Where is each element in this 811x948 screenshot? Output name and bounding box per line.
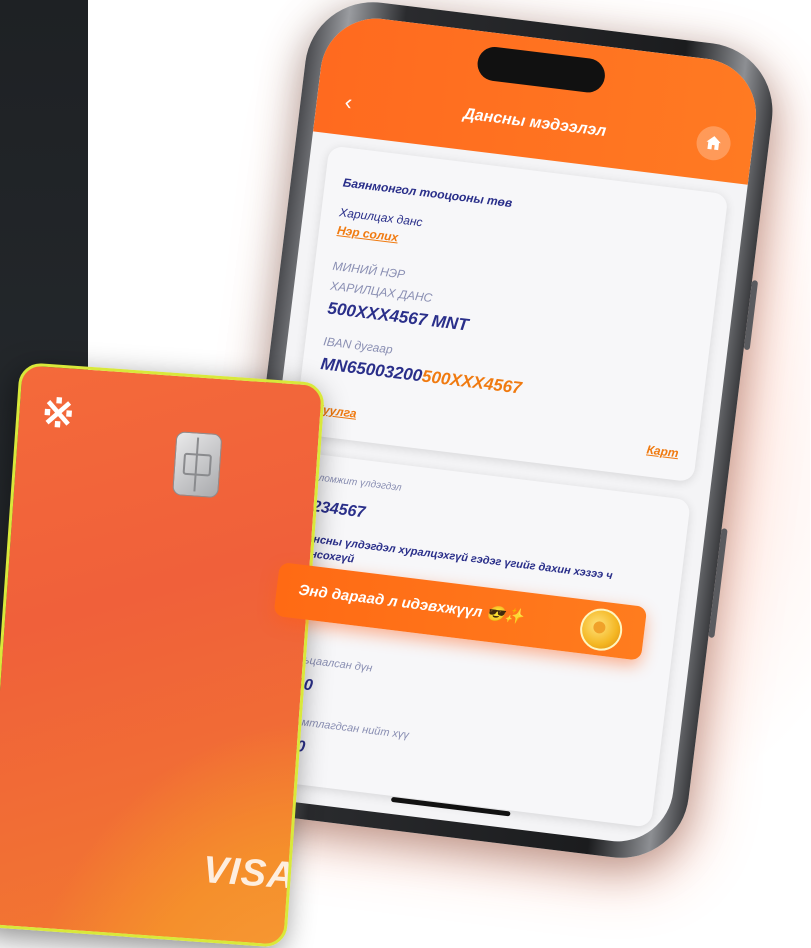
account-info-card: Баянмонгол тооцооны төв Харилцах данс Нэ… bbox=[294, 145, 729, 483]
home-button[interactable] bbox=[694, 124, 733, 163]
rename-link[interactable]: Нэр солих bbox=[336, 223, 399, 244]
iban-suffix: 500XXX4567 bbox=[420, 366, 523, 398]
home-icon bbox=[706, 136, 721, 151]
visa-logo: VISA bbox=[201, 849, 297, 898]
bank-logo-icon: ※ bbox=[39, 390, 77, 437]
iban-prefix: MN65003200 bbox=[319, 354, 424, 386]
available-balance-label: Боломжит үлдэгдэл bbox=[306, 471, 403, 494]
bank-name: Баянмонгол тооцооны төв bbox=[342, 175, 514, 211]
bank-card: ※ VISA bbox=[0, 362, 326, 948]
coin-hand-icon bbox=[577, 606, 625, 654]
iban-label: IBAN дугаар bbox=[322, 334, 394, 357]
banner-text: Энд дараад л идэвхжүүл 😎✨ bbox=[297, 581, 525, 627]
card-link[interactable]: Карт bbox=[646, 442, 680, 460]
iban-number: MN65003200500XXX4567 bbox=[320, 354, 523, 399]
page-title: Дансны мэдээлэл bbox=[462, 105, 608, 141]
dynamic-island bbox=[475, 45, 607, 95]
account-number: 500XXX4567 MNT bbox=[326, 298, 470, 335]
chip-icon bbox=[172, 431, 223, 499]
owner-label: МИНИЙ НЭР bbox=[331, 258, 406, 282]
